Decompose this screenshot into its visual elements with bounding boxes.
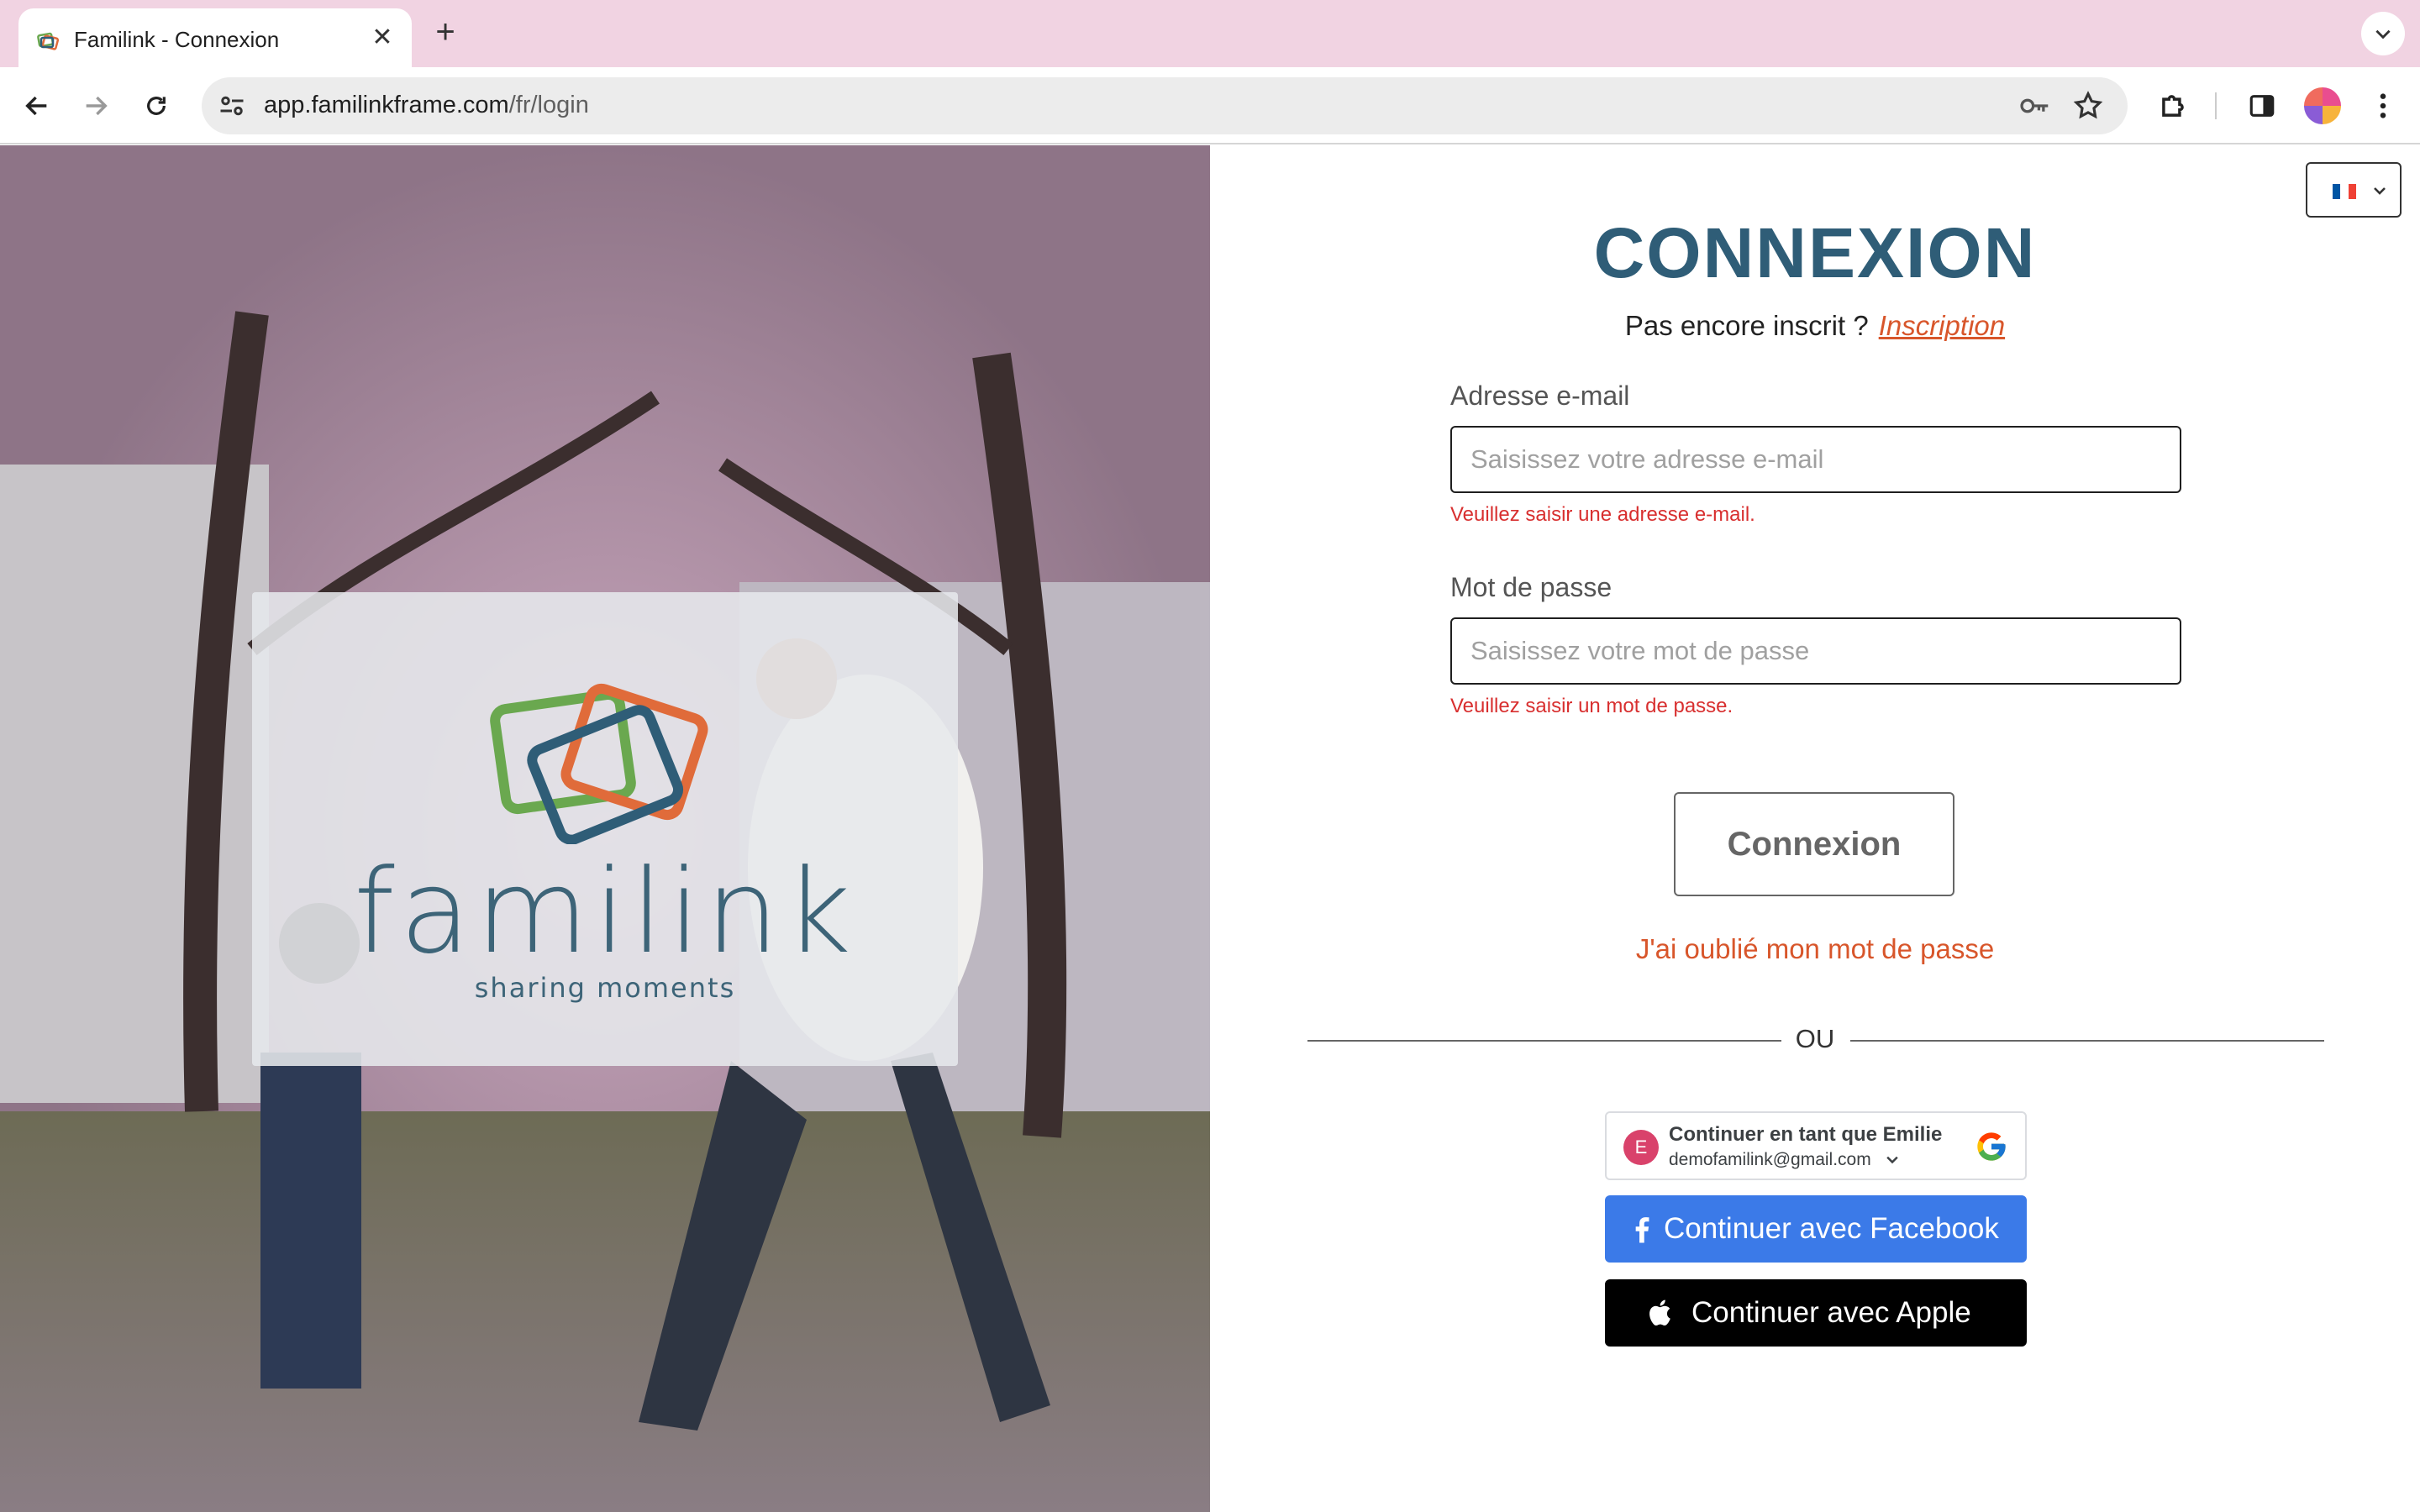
kebab-menu-icon — [2380, 93, 2386, 118]
brand-wordmark: familink — [354, 844, 856, 979]
extensions-button[interactable] — [2151, 84, 2195, 128]
divider-right — [1850, 1040, 2324, 1042]
google-continue-button[interactable]: E Continuer en tant que Emilie demofamil… — [1605, 1111, 2027, 1180]
reload-icon — [147, 97, 166, 115]
page-content: familink sharing moments CONNEXION Pas e… — [0, 145, 2420, 1512]
url-text: app.familinkframe.com/fr/login — [264, 92, 589, 118]
arrow-left-icon — [25, 96, 47, 116]
page-title: CONNEXION — [1593, 213, 2037, 292]
address-bar[interactable]: app.familinkframe.com/fr/login — [202, 77, 2128, 134]
password-field[interactable] — [1452, 619, 2180, 683]
password-error: Veuillez saisir un mot de passe. — [1450, 695, 1733, 717]
signup-prompt: Pas encore inscrit ? Inscription — [1210, 310, 2420, 342]
facebook-icon — [1635, 1217, 1649, 1243]
browser-menu-button[interactable] — [2361, 84, 2405, 128]
language-select[interactable] — [2306, 162, 2402, 218]
chevron-down-icon[interactable] — [1884, 1152, 1901, 1168]
apple-continue-button[interactable]: Continuer avec Apple — [1605, 1279, 2027, 1347]
familink-logo-icon — [490, 683, 708, 844]
brand-logo-card: familink sharing moments — [252, 592, 958, 1066]
close-tab-icon[interactable]: ✕ — [368, 24, 397, 52]
french-flag-icon — [2333, 184, 2356, 199]
password-field-box — [1450, 617, 2181, 685]
side-panel-icon — [2249, 95, 2275, 117]
chevron-down-icon — [2375, 29, 2391, 39]
brand-tagline: sharing moments — [474, 972, 736, 1004]
google-logo-icon — [1977, 1132, 2006, 1161]
email-field[interactable] — [1452, 428, 2180, 491]
forgot-password-link[interactable]: J'ai oublié mon mot de passe — [1210, 933, 2420, 965]
familink-favicon-icon — [37, 32, 60, 50]
login-panel: CONNEXION Pas encore inscrit ? Inscriptio… — [1210, 145, 2420, 1512]
facebook-continue-label: Continuer avec Facebook — [1664, 1212, 1999, 1245]
login-button[interactable]: Connexion — [1674, 792, 1954, 896]
bookmark-star-icon[interactable] — [2072, 90, 2104, 122]
tab-search-button[interactable] — [2361, 12, 2405, 55]
browser-tab-bar: Familink - Connexion ✕ + — [0, 0, 2420, 67]
email-field-box — [1450, 426, 2181, 493]
apple-icon — [1649, 1299, 1670, 1326]
reload-button[interactable] — [134, 84, 178, 128]
forward-button[interactable] — [74, 84, 118, 128]
google-account-email: demofamilink@gmail.com — [1669, 1150, 1871, 1169]
site-settings-icon[interactable] — [217, 91, 247, 121]
apple-continue-label: Continuer avec Apple — [1691, 1296, 1971, 1329]
back-button[interactable] — [15, 84, 59, 128]
new-tab-icon[interactable]: + — [427, 15, 464, 52]
or-separator: OU — [1795, 1024, 1835, 1053]
arrow-right-icon — [86, 96, 108, 116]
toolbar-separator — [2215, 92, 2217, 119]
google-account-name: Continuer en tant que Emilie — [1669, 1123, 1943, 1146]
signup-prompt-text: Pas encore inscrit ? — [1624, 310, 1869, 341]
side-panel-button[interactable] — [2240, 84, 2284, 128]
browser-tab[interactable]: Familink - Connexion ✕ — [18, 8, 412, 67]
google-account-avatar: E — [1623, 1130, 1659, 1165]
email-label: Adresse e-mail — [1450, 381, 1630, 411]
facebook-continue-button[interactable]: Continuer avec Facebook — [1605, 1195, 2027, 1263]
puzzle-icon — [2162, 95, 2184, 117]
chevron-down-icon — [2374, 187, 2386, 195]
hero-photo: familink sharing moments — [0, 145, 1210, 1512]
email-error: Veuillez saisir une adresse e-mail. — [1450, 503, 1755, 526]
profile-avatar[interactable] — [2304, 87, 2341, 124]
signup-link[interactable]: Inscription — [1879, 310, 2005, 341]
browser-toolbar: app.familinkframe.com/fr/login — [0, 67, 2420, 144]
key-icon[interactable] — [2018, 91, 2050, 121]
tab-title: Familink - Connexion — [74, 27, 280, 52]
password-label: Mot de passe — [1450, 572, 1612, 602]
